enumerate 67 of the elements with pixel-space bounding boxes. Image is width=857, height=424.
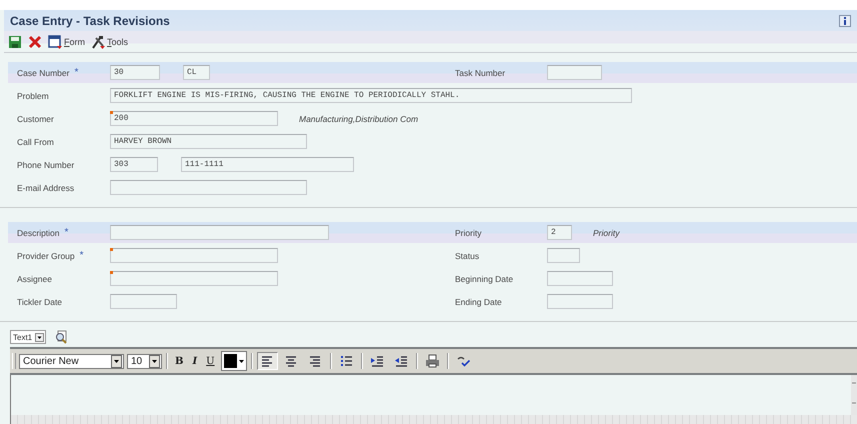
bullet-list-icon (338, 354, 354, 368)
underline-button[interactable]: U (203, 352, 218, 370)
align-center-icon (284, 354, 299, 368)
window-title: Case Entry - Task Revisions (10, 14, 170, 28)
field-description: Priority (593, 228, 620, 238)
input-field[interactable] (547, 248, 580, 263)
field-label: Customer (17, 114, 54, 124)
align-left-icon (260, 354, 275, 368)
field-label: Status (455, 250, 480, 260)
field-label: Provider Group (17, 250, 75, 260)
field-label: Phone Number (17, 160, 74, 170)
input-field[interactable]: 2 (547, 225, 572, 240)
tools-icon (91, 34, 105, 48)
dropdown-icon (35, 332, 44, 342)
align-left-button[interactable] (256, 352, 278, 370)
dropdown-icon (149, 354, 160, 368)
close-icon[interactable] (28, 34, 42, 48)
font-select[interactable]: Courier New (19, 354, 124, 368)
info-icon[interactable] (839, 14, 851, 26)
size-select[interactable]: 10 (127, 354, 162, 368)
input-field[interactable]: 303 (110, 157, 158, 172)
indent-icon (370, 354, 385, 368)
field-label: Assignee (17, 274, 52, 284)
input-field[interactable]: 200 (110, 111, 278, 126)
outdent-icon (394, 354, 409, 368)
input-field[interactable] (110, 271, 278, 286)
italic-button[interactable]: I (189, 352, 200, 370)
field-label: Call From (17, 136, 54, 146)
field-label: Case Number (17, 68, 70, 78)
required-mark: * (74, 67, 78, 78)
field-label: E-mail Address (17, 182, 74, 192)
field-description: Manufacturing,Distribution Com (299, 114, 418, 124)
bold-button[interactable]: B (172, 352, 186, 370)
dropdown-icon (111, 354, 122, 368)
field-label: Description (17, 228, 60, 238)
horizontal-scrollbar[interactable] (10, 415, 857, 424)
input-field[interactable] (110, 225, 329, 240)
field-label: Tickler Date (17, 296, 62, 306)
vertical-scrollbar[interactable] (851, 375, 857, 415)
input-field[interactable]: 111-1111 (181, 157, 354, 172)
align-right-icon (308, 354, 323, 368)
search-icon[interactable] (54, 330, 68, 344)
save-icon[interactable] (8, 34, 22, 48)
input-field[interactable] (110, 294, 177, 309)
input-field[interactable]: HARVEY BROWN (110, 134, 307, 149)
field-label: Task Number (455, 68, 506, 78)
form-icon (48, 34, 62, 48)
input-field[interactable]: 30 (110, 65, 160, 80)
field-label: Problem (17, 90, 49, 100)
required-mark: * (80, 250, 84, 261)
text-select[interactable]: Text1 (10, 330, 46, 344)
input-field[interactable]: FORKLIFT ENGINE IS MIS-FIRING, CAUSING THE ENGINE TO PERIODICALLY STAHL. (110, 88, 632, 103)
input-field[interactable] (547, 65, 602, 80)
required-mark: * (64, 227, 68, 238)
text-color-picker[interactable] (220, 351, 247, 371)
input-field[interactable] (547, 271, 613, 286)
printer-icon (424, 354, 440, 368)
input-field[interactable] (547, 294, 613, 309)
input-field[interactable] (110, 248, 278, 263)
input-field[interactable] (110, 180, 307, 195)
tools-menu-button[interactable]: Tools (91, 34, 128, 48)
spell-check-icon (456, 354, 471, 368)
field-label: Ending Date (455, 296, 502, 306)
field-label: Priority (455, 228, 482, 238)
input-field[interactable]: CL (183, 65, 210, 80)
form-menu-button[interactable]: Form (48, 34, 85, 48)
field-label: Beginning Date (455, 274, 514, 284)
